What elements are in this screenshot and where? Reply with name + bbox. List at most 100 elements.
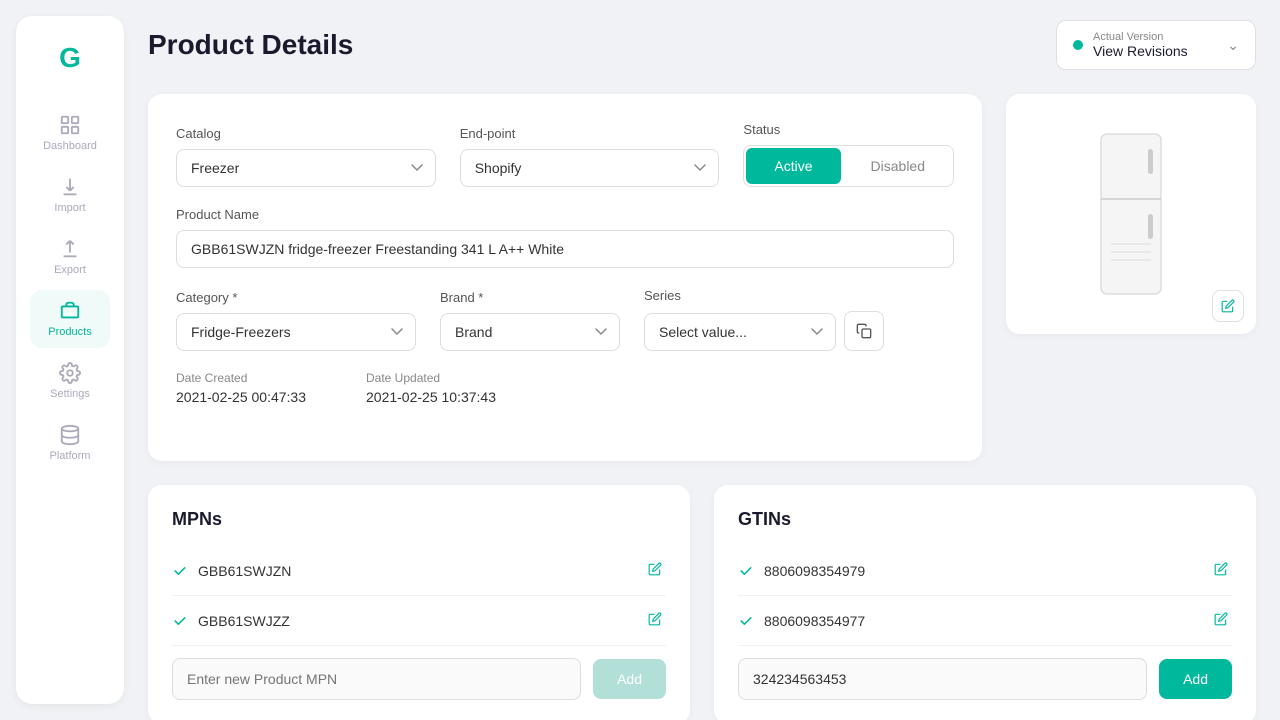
settings-icon	[59, 362, 81, 384]
mpn-title: MPNs	[172, 509, 666, 530]
page-header: Product Details Actual Version View Revi…	[148, 20, 1256, 70]
sidebar: G Dashboard Import Export Products Setti…	[16, 16, 124, 704]
endpoint-select[interactable]: Shopify	[460, 149, 720, 187]
form-row-3: Category * Fridge-Freezers Brand * Brand…	[176, 288, 954, 351]
sidebar-item-import-label: Import	[54, 202, 85, 214]
date-updated-value: 2021-02-25 10:37:43	[366, 389, 496, 405]
gtin-add-button[interactable]: Add	[1159, 659, 1232, 699]
brand-select[interactable]: Brand	[440, 313, 620, 351]
catalog-select[interactable]: Freezer	[176, 149, 436, 187]
import-icon	[59, 176, 81, 198]
mpn-edit-button-1[interactable]	[644, 608, 666, 633]
status-active-button[interactable]: Active	[746, 148, 840, 184]
category-label: Category *	[176, 290, 416, 305]
sidebar-item-platform[interactable]: Platform	[30, 414, 110, 472]
sidebar-item-settings-label: Settings	[50, 388, 90, 400]
bottom-sections: MPNs GBB61SWJZN	[148, 485, 1256, 720]
date-created-value: 2021-02-25 00:47:33	[176, 389, 306, 405]
sidebar-item-products-label: Products	[48, 326, 91, 338]
date-created: Date Created 2021-02-25 00:47:33	[176, 371, 306, 405]
series-group: Series Select value...	[644, 288, 884, 351]
series-select[interactable]: Select value...	[644, 313, 836, 351]
brand-label: Brand *	[440, 290, 620, 305]
gtin-section: GTINs 8806098354979	[714, 485, 1256, 720]
mpn-new-input[interactable]	[172, 658, 581, 700]
gtin-new-input[interactable]	[738, 658, 1147, 700]
platform-icon	[59, 424, 81, 446]
dashboard-icon	[59, 114, 81, 136]
app-logo: G	[48, 36, 92, 80]
sidebar-item-import[interactable]: Import	[30, 166, 110, 224]
pencil-icon-gtin-1	[1214, 612, 1228, 626]
version-value: View Revisions	[1093, 43, 1217, 59]
sidebar-item-dashboard[interactable]: Dashboard	[30, 104, 110, 162]
status-label: Status	[743, 122, 954, 137]
version-status-dot	[1073, 40, 1083, 50]
main-content: Product Details Actual Version View Revi…	[124, 0, 1280, 720]
endpoint-group: End-point Shopify	[460, 126, 720, 187]
chevron-down-icon: ⌄	[1227, 37, 1239, 54]
catalog-label: Catalog	[176, 126, 436, 141]
gtin-edit-button-0[interactable]	[1210, 558, 1232, 583]
gtin-row-0: 8806098354979	[738, 546, 1232, 596]
series-copy-button[interactable]	[844, 311, 884, 351]
series-row: Select value...	[644, 311, 884, 351]
pencil-icon-mpn-0	[648, 562, 662, 576]
mpn-add-button[interactable]: Add	[593, 659, 666, 699]
pencil-icon-gtin-0	[1214, 562, 1228, 576]
category-select[interactable]: Fridge-Freezers	[176, 313, 416, 351]
product-name-group: Product Name	[176, 207, 954, 268]
gtin-add-row: Add	[738, 658, 1232, 700]
gtin-value-1: 8806098354977	[764, 613, 865, 629]
date-updated: Date Updated 2021-02-25 10:37:43	[366, 371, 496, 405]
check-icon-0	[172, 563, 188, 579]
catalog-group: Catalog Freezer	[176, 126, 436, 187]
product-name-input[interactable]	[176, 230, 954, 268]
gtin-item-1: 8806098354977	[738, 613, 865, 629]
mpn-row-0: GBB61SWJZN	[172, 546, 666, 596]
version-dropdown[interactable]: Actual Version View Revisions ⌄	[1056, 20, 1256, 70]
mpn-edit-button-0[interactable]	[644, 558, 666, 583]
brand-group: Brand * Brand	[440, 290, 620, 351]
mpn-item-0: GBB61SWJZN	[172, 563, 291, 579]
gtin-title: GTINs	[738, 509, 1232, 530]
series-label: Series	[644, 288, 884, 303]
mpn-row-1: GBB61SWJZZ	[172, 596, 666, 646]
mpn-add-row: Add	[172, 658, 666, 700]
gtin-row-1: 8806098354977	[738, 596, 1232, 646]
date-updated-label: Date Updated	[366, 371, 496, 385]
check-icon-gtin-1	[738, 613, 754, 629]
pencil-icon-mpn-1	[648, 612, 662, 626]
mpn-section: MPNs GBB61SWJZN	[148, 485, 690, 720]
edit-image-button[interactable]	[1212, 290, 1244, 322]
sidebar-item-export[interactable]: Export	[30, 228, 110, 286]
product-image-card	[1006, 94, 1256, 334]
status-toggle: Active Disabled	[743, 145, 954, 187]
status-group: Status Active Disabled	[743, 122, 954, 187]
sidebar-item-platform-label: Platform	[50, 450, 91, 462]
date-created-label: Date Created	[176, 371, 306, 385]
products-icon	[59, 300, 81, 322]
version-label: Actual Version	[1093, 31, 1217, 43]
sidebar-item-dashboard-label: Dashboard	[43, 140, 97, 152]
mpn-value-0: GBB61SWJZN	[198, 563, 291, 579]
form-row-1: Catalog Freezer End-point Shopify Status…	[176, 122, 954, 187]
gtin-edit-button-1[interactable]	[1210, 608, 1232, 633]
status-disabled-button[interactable]: Disabled	[843, 146, 953, 186]
gtin-item-0: 8806098354979	[738, 563, 865, 579]
pencil-icon	[1221, 299, 1235, 313]
version-text: Actual Version View Revisions	[1093, 31, 1217, 59]
sidebar-item-export-label: Export	[54, 264, 86, 276]
page-title: Product Details	[148, 29, 353, 61]
product-name-label: Product Name	[176, 207, 954, 222]
dates-row: Date Created 2021-02-25 00:47:33 Date Up…	[176, 371, 954, 405]
check-icon-1	[172, 613, 188, 629]
sidebar-item-products[interactable]: Products	[30, 290, 110, 348]
product-form: Catalog Freezer End-point Shopify Status…	[148, 94, 982, 461]
gtin-value-0: 8806098354979	[764, 563, 865, 579]
top-section: Catalog Freezer End-point Shopify Status…	[148, 94, 1256, 461]
check-icon-gtin-0	[738, 563, 754, 579]
mpn-value-1: GBB61SWJZZ	[198, 613, 290, 629]
category-group: Category * Fridge-Freezers	[176, 290, 416, 351]
sidebar-item-settings[interactable]: Settings	[30, 352, 110, 410]
